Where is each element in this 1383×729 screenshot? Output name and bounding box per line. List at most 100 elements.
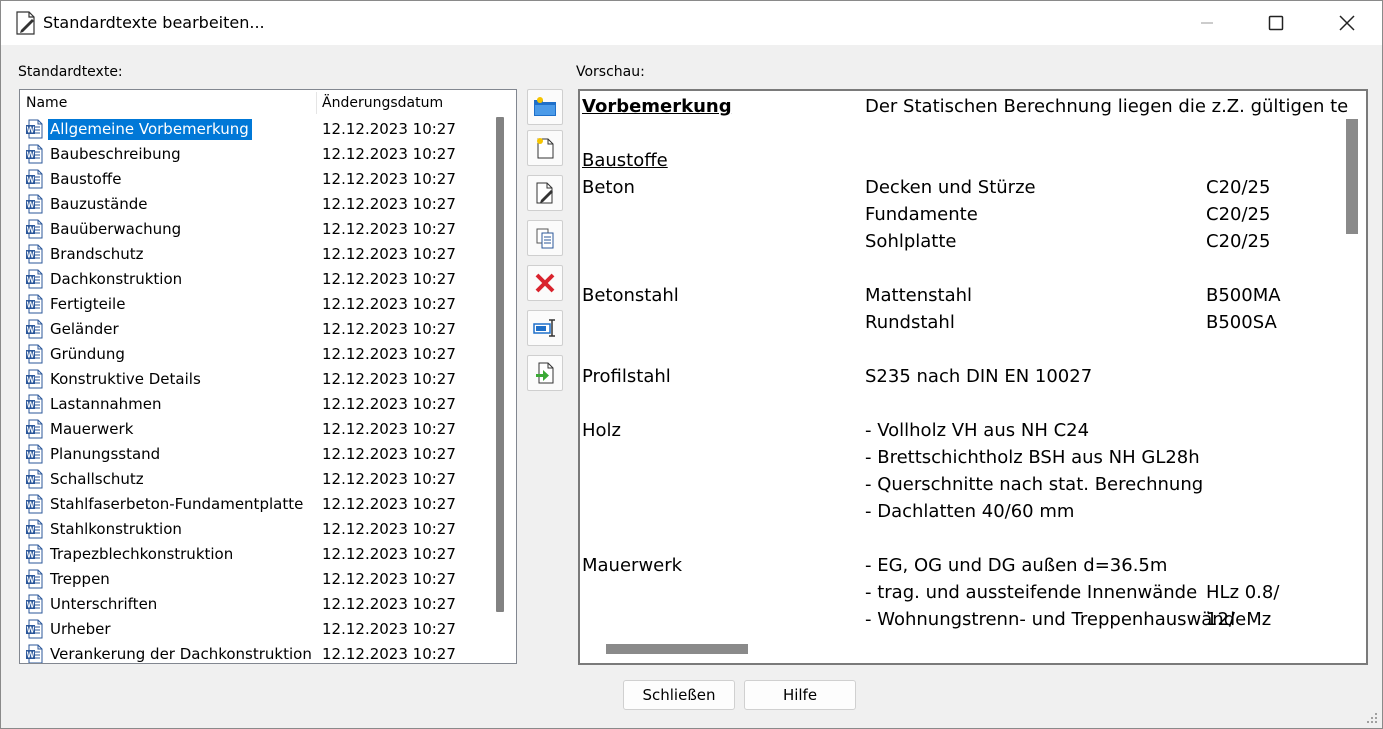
- list-item[interactable]: W Allgemeine Vorbemerkung 12.12.2023 10:27: [20, 117, 490, 142]
- item-name: Schallschutz: [50, 470, 144, 488]
- word-document-icon: W: [25, 344, 45, 364]
- list-item[interactable]: W Bauzustände 12.12.2023 10:27: [20, 192, 490, 217]
- word-document-icon: W: [25, 444, 45, 464]
- item-date: 12.12.2023 10:27: [322, 395, 456, 413]
- copy-text-button[interactable]: [527, 220, 563, 256]
- word-document-icon: W: [25, 619, 45, 639]
- import-text-button[interactable]: [527, 355, 563, 391]
- standard-texts-list[interactable]: Name Änderungsdatum W Allgemeine Vorbemer…: [19, 89, 517, 664]
- list-item[interactable]: W Urheber 12.12.2023 10:27: [20, 617, 490, 642]
- preview-text: Rundstahl: [865, 312, 955, 333]
- list-item[interactable]: W Bauüberwachung 12.12.2023 10:27: [20, 217, 490, 242]
- edit-text-button[interactable]: [527, 175, 563, 211]
- list-item[interactable]: W Baubeschreibung 12.12.2023 10:27: [20, 142, 490, 167]
- list-item[interactable]: W Konstruktive Details 12.12.2023 10:27: [20, 367, 490, 392]
- list-vertical-scrollbar[interactable]: [496, 117, 516, 662]
- item-date: 12.12.2023 10:27: [322, 420, 456, 438]
- item-name: Bauzustände: [50, 195, 148, 213]
- list-item[interactable]: W Stahlkonstruktion 12.12.2023 10:27: [20, 517, 490, 542]
- svg-text:W: W: [27, 151, 35, 160]
- preview-text: - Querschnitte nach stat. Berechnung: [865, 474, 1204, 495]
- item-date: 12.12.2023 10:27: [322, 570, 456, 588]
- preview-text: Decken und Stürze: [865, 177, 1036, 198]
- preview-vertical-scrollbar[interactable]: [1346, 119, 1358, 234]
- list-item[interactable]: W Verankerung der Dachkonstruktion 12.12.2…: [20, 642, 490, 663]
- preview-label: Vorschau:: [576, 64, 645, 80]
- list-item[interactable]: W Unterschriften 12.12.2023 10:27: [20, 592, 490, 617]
- list-item[interactable]: W Planungsstand 12.12.2023 10:27: [20, 442, 490, 467]
- resize-grip-icon[interactable]: [1366, 712, 1378, 724]
- preview-text: Baustoffe: [582, 150, 668, 171]
- list-rows: W Allgemeine Vorbemerkung 12.12.2023 10:27…: [20, 117, 490, 663]
- list-item[interactable]: W Geländer 12.12.2023 10:27: [20, 317, 490, 342]
- preview-text: Profilstahl: [582, 366, 671, 387]
- item-name: Konstruktive Details: [50, 370, 201, 388]
- column-header-date[interactable]: Änderungsdatum: [322, 95, 443, 111]
- item-name: Verankerung der Dachkonstruktion: [50, 645, 312, 663]
- svg-text:W: W: [27, 626, 35, 635]
- edit-document-icon: [16, 11, 35, 35]
- word-document-icon: W: [25, 219, 45, 239]
- list-item[interactable]: W Treppen 12.12.2023 10:27: [20, 567, 490, 592]
- list-item[interactable]: W Baustoffe 12.12.2023 10:27: [20, 167, 490, 192]
- list-header: Name Änderungsdatum: [20, 90, 490, 116]
- rename-text-button[interactable]: [527, 310, 563, 346]
- new-document-icon: [533, 136, 557, 160]
- maximize-button[interactable]: [1253, 1, 1299, 45]
- svg-text:W: W: [27, 526, 35, 535]
- preview-horizontal-scrollbar[interactable]: [606, 644, 748, 654]
- import-icon: [533, 361, 557, 385]
- scrollbar-thumb[interactable]: [496, 117, 504, 612]
- new-folder-button[interactable]: [527, 89, 563, 125]
- preview-text: Vorbemerkung: [582, 96, 732, 117]
- minimize-button[interactable]: [1184, 1, 1230, 45]
- list-item[interactable]: W Schallschutz 12.12.2023 10:27: [20, 467, 490, 492]
- column-header-name[interactable]: Name: [26, 95, 67, 111]
- svg-text:W: W: [27, 576, 35, 585]
- item-name: Brandschutz: [50, 245, 144, 263]
- preview-text: - Brettschichtholz BSH aus NH GL28h: [865, 447, 1200, 468]
- delete-text-button[interactable]: [527, 265, 563, 301]
- svg-text:W: W: [27, 251, 35, 260]
- item-name: Lastannahmen: [50, 395, 162, 413]
- list-item[interactable]: W Lastannahmen 12.12.2023 10:27: [20, 392, 490, 417]
- word-document-icon: W: [25, 294, 45, 314]
- close-button[interactable]: Schließen: [623, 680, 735, 710]
- item-name: Planungsstand: [50, 445, 161, 463]
- list-item[interactable]: W Gründung 12.12.2023 10:27: [20, 342, 490, 367]
- svg-text:W: W: [27, 376, 35, 385]
- list-item[interactable]: W Mauerwerk 12.12.2023 10:27: [20, 417, 490, 442]
- item-name: Trapezblechkonstruktion: [50, 545, 234, 563]
- preview-text: Holz: [582, 420, 621, 441]
- new-text-button[interactable]: [527, 130, 563, 166]
- delete-icon: [534, 272, 556, 294]
- close-window-button[interactable]: [1324, 1, 1370, 45]
- list-item[interactable]: W Dachkonstruktion 12.12.2023 10:27: [20, 267, 490, 292]
- item-date: 12.12.2023 10:27: [322, 220, 456, 238]
- preview-text: Beton: [582, 177, 635, 198]
- item-date: 12.12.2023 10:27: [322, 370, 456, 388]
- list-item[interactable]: W Stahlfaserbeton-Fundamentplatte 12.12.20…: [20, 492, 490, 517]
- svg-text:W: W: [27, 451, 35, 460]
- minimize-icon: [1201, 22, 1213, 24]
- svg-text:W: W: [27, 301, 35, 310]
- item-name: Baustoffe: [50, 170, 122, 188]
- list-item[interactable]: W Fertigteile 12.12.2023 10:27: [20, 292, 490, 317]
- item-date: 12.12.2023 10:27: [322, 645, 456, 663]
- preview-text: C20/25: [1206, 231, 1271, 252]
- svg-text:W: W: [27, 401, 35, 410]
- preview-pane[interactable]: Vorbemerkung Der Statischen Berechnung li…: [578, 89, 1368, 665]
- word-document-icon: W: [25, 519, 45, 539]
- preview-text: B500SA: [1206, 312, 1277, 333]
- title-bar[interactable]: Standardtexte bearbeiten...: [1, 1, 1382, 45]
- item-date: 12.12.2023 10:27: [322, 295, 456, 313]
- standard-texts-label: Standardtexte:: [18, 64, 123, 80]
- help-button[interactable]: Hilfe: [744, 680, 856, 710]
- word-document-icon: W: [25, 494, 45, 514]
- list-item[interactable]: W Brandschutz 12.12.2023 10:27: [20, 242, 490, 267]
- item-name: Stahlfaserbeton-Fundamentplatte: [50, 495, 304, 513]
- column-separator[interactable]: [316, 92, 317, 114]
- list-item[interactable]: W Trapezblechkonstruktion 12.12.2023 10:27: [20, 542, 490, 567]
- preview-text: 12/: [1206, 609, 1235, 630]
- item-name: Fertigteile: [50, 295, 126, 313]
